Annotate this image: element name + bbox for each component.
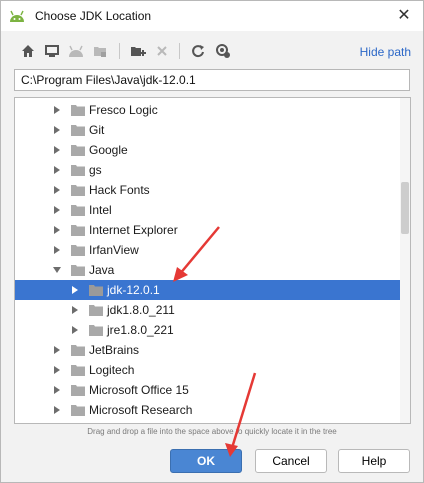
collapsed-arrow-icon[interactable]	[53, 386, 61, 394]
cancel-button[interactable]: Cancel	[255, 449, 327, 473]
desktop-icon[interactable]	[43, 42, 61, 60]
tree-row[interactable]: Logitech	[15, 360, 401, 380]
tree-row-label: Hack Fonts	[89, 183, 150, 197]
folder-icon	[89, 325, 103, 336]
folder-icon	[71, 345, 85, 356]
folder-icon	[71, 105, 85, 116]
collapsed-arrow-icon[interactable]	[53, 406, 61, 414]
folder-icon	[71, 365, 85, 376]
collapsed-arrow-icon[interactable]	[53, 206, 61, 214]
collapsed-arrow-icon[interactable]	[53, 246, 61, 254]
tree-row-label: Microsoft Research	[89, 403, 193, 417]
dialog-title: Choose JDK Location	[35, 9, 152, 23]
choose-jdk-dialog: Choose JDK Location ✕ Hide path C:\Progr…	[0, 0, 424, 483]
tree-row-label: Fresco Logic	[89, 103, 158, 117]
folder-icon	[71, 205, 85, 216]
path-input[interactable]	[14, 69, 410, 91]
collapsed-arrow-icon[interactable]	[53, 126, 61, 134]
tree-row[interactable]: Internet Explorer	[15, 220, 401, 240]
folder-icon	[71, 245, 85, 256]
tree-row-label: Java	[89, 263, 115, 277]
tree-row-label: IrfanView	[89, 243, 139, 257]
file-tree[interactable]: Microsoft Research Microsoft Office 15 Log…	[14, 97, 411, 424]
folder-icon	[71, 185, 85, 196]
toolbar-separator	[179, 43, 180, 59]
folder-icon	[89, 305, 103, 316]
expanded-arrow-icon[interactable]	[53, 266, 61, 274]
collapsed-arrow-icon[interactable]	[53, 106, 61, 114]
collapsed-arrow-icon[interactable]	[53, 166, 61, 174]
tree-row[interactable]: Intel	[15, 200, 401, 220]
folder-icon	[71, 165, 85, 176]
tree-row[interactable]: Google	[15, 140, 401, 160]
tree-row-label: Internet Explorer	[89, 223, 178, 237]
collapsed-arrow-icon[interactable]	[53, 186, 61, 194]
tree-row[interactable]: Fresco Logic	[15, 100, 401, 120]
tree-row[interactable]: Microsoft Research	[15, 400, 401, 420]
tree-scrollbar-track[interactable]	[400, 98, 410, 423]
project-icon	[67, 42, 85, 60]
tree-row-label: gs	[89, 163, 102, 177]
collapsed-arrow-icon[interactable]	[53, 146, 61, 154]
folder-icon	[71, 225, 85, 236]
show-hidden-icon[interactable]	[214, 42, 232, 60]
tree-row[interactable]: Hack Fonts	[15, 180, 401, 200]
tree-row[interactable]: jdk1.8.0_211	[15, 300, 401, 320]
file-chooser-toolbar: Hide path	[1, 39, 423, 65]
toolbar-separator	[119, 43, 120, 59]
help-button[interactable]: Help	[338, 449, 410, 473]
collapsed-arrow-icon[interactable]	[71, 286, 79, 294]
folder-icon	[89, 285, 103, 296]
tree-row-label: Git	[89, 123, 105, 137]
hide-path-link[interactable]: Hide path	[360, 45, 411, 59]
tree-row[interactable]: Microsoft Office 15	[15, 380, 401, 400]
tree-row[interactable]: gs	[15, 160, 401, 180]
tree-row-label: Intel	[89, 203, 112, 217]
tree-row-label: jdk-12.0.1	[107, 283, 160, 297]
tree-row-label: jre1.8.0_221	[107, 323, 174, 337]
tree-row[interactable]: Java	[15, 260, 401, 280]
folder-icon	[71, 385, 85, 396]
tree-row-label: Microsoft Office 15	[89, 383, 189, 397]
collapsed-arrow-icon[interactable]	[53, 366, 61, 374]
title-bar: Choose JDK Location ✕	[1, 1, 423, 31]
folder-icon	[71, 145, 85, 156]
tree-row-label: jdk1.8.0_211	[107, 303, 175, 317]
collapsed-arrow-icon[interactable]	[53, 346, 61, 354]
tree-row[interactable]: jre1.8.0_221	[15, 320, 401, 340]
home-icon[interactable]	[19, 42, 37, 60]
tree-row-label: Google	[89, 143, 128, 157]
delete-icon	[153, 42, 171, 60]
collapsed-arrow-icon[interactable]	[71, 326, 79, 334]
new-folder-icon[interactable]	[129, 42, 147, 60]
collapsed-arrow-icon[interactable]	[71, 306, 79, 314]
drag-drop-hint: Drag and drop a file into the space abov…	[87, 427, 337, 436]
tree-row[interactable]: jdk-12.0.1	[15, 280, 401, 300]
folder-icon	[71, 265, 85, 276]
tree-row[interactable]: JetBrains	[15, 340, 401, 360]
tree-row[interactable]: IrfanView	[15, 240, 401, 260]
refresh-icon[interactable]	[189, 42, 207, 60]
module-icon	[91, 42, 109, 60]
folder-icon	[71, 125, 85, 136]
ok-button[interactable]: OK	[170, 449, 242, 473]
tree-scrollbar-thumb[interactable]	[401, 182, 409, 234]
folder-icon	[71, 405, 85, 416]
tree-row-label: JetBrains	[89, 343, 140, 357]
android-icon	[10, 10, 24, 22]
tree-row-label: Logitech	[89, 363, 135, 377]
collapsed-arrow-icon[interactable]	[53, 226, 61, 234]
tree-row[interactable]: Git	[15, 120, 401, 140]
close-icon[interactable]: ✕	[395, 6, 413, 24]
